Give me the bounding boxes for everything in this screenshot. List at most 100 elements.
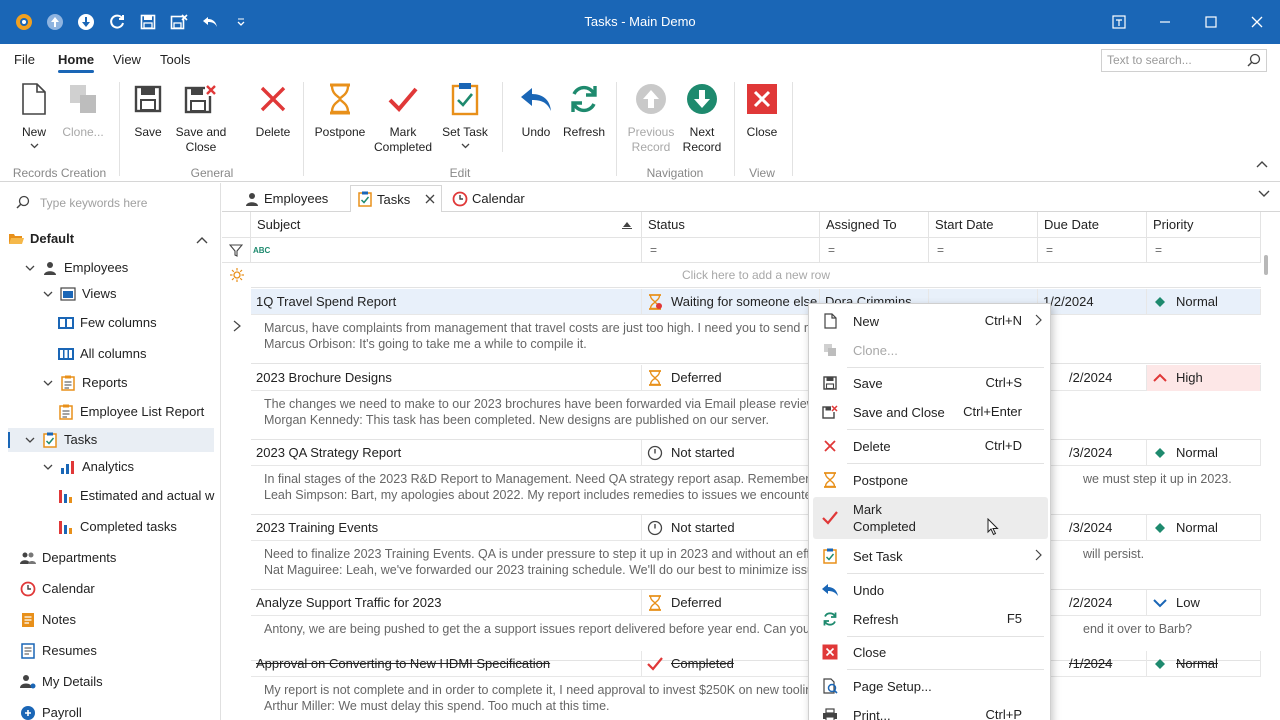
chevron-down-icon[interactable]: [40, 380, 56, 386]
menu-item-set-task[interactable]: Set Task: [813, 541, 1048, 571]
column-header-status[interactable]: Status: [642, 212, 820, 238]
save-and-close-button[interactable]: Save and Close: [174, 82, 228, 155]
minimize-icon[interactable]: [1142, 0, 1188, 44]
table-row[interactable]: 1Q Travel Spend Report Waiting for someo…: [251, 289, 1261, 315]
filter-assigned[interactable]: =: [820, 238, 929, 263]
mark-completed-button[interactable]: Mark Completed: [374, 82, 432, 155]
collapse-ribbon-icon[interactable]: [1256, 160, 1268, 168]
cell-priority[interactable]: High: [1147, 365, 1261, 391]
delete-button[interactable]: Delete: [252, 82, 294, 140]
nav-item-analytics[interactable]: Analytics: [40, 455, 134, 479]
refresh-icon[interactable]: [101, 0, 132, 44]
save-button[interactable]: Save: [130, 82, 166, 140]
nav-item-calendar[interactable]: Calendar: [20, 577, 95, 601]
menu-item-print[interactable]: Print... Ctrl+P: [813, 700, 1048, 720]
menu-file[interactable]: File: [14, 44, 35, 76]
close-button[interactable]: Close: [744, 82, 780, 140]
cell-status[interactable]: Not started: [642, 515, 820, 541]
download-icon[interactable]: [70, 0, 101, 44]
cell-subject[interactable]: Approval on Converting to New HDMI Speci…: [251, 651, 642, 677]
table-row[interactable]: 2023 QA Strategy Report Not started /3/2…: [251, 440, 1261, 466]
nav-search-input[interactable]: Type keywords here: [16, 193, 147, 213]
filter-icon[interactable]: [222, 238, 251, 263]
cell-status[interactable]: Not started: [642, 440, 820, 466]
nav-item-tasks[interactable]: Tasks: [8, 428, 214, 452]
restore-layout-icon[interactable]: [1096, 0, 1142, 44]
cell-status[interactable]: Deferred: [642, 590, 820, 616]
new-button[interactable]: New: [16, 82, 52, 149]
table-row[interactable]: Analyze Support Traffic for 2023 Deferre…: [251, 590, 1261, 616]
table-row[interactable]: 2023 Brochure Designs Deferred /2/2024 H…: [251, 365, 1261, 391]
tab-calendar[interactable]: Calendar: [446, 185, 531, 212]
nav-item-employee-list-report[interactable]: Employee List Report: [58, 400, 204, 424]
chevron-up-icon[interactable]: [196, 236, 208, 244]
cell-due[interactable]: /3/2024: [1038, 515, 1147, 541]
menu-item-mark-completed[interactable]: Mark Completed: [813, 497, 1048, 539]
search-input[interactable]: Text to search...: [1101, 49, 1267, 72]
menu-view[interactable]: View: [113, 44, 141, 76]
nav-item-views[interactable]: Views: [40, 282, 116, 306]
previous-record-button[interactable]: Previous Record: [624, 82, 678, 155]
menu-home[interactable]: Home: [58, 44, 95, 76]
table-row[interactable]: 2023 Training Events Not started /3/2024…: [251, 515, 1261, 541]
filter-priority[interactable]: =: [1147, 238, 1261, 263]
new-row-prompt[interactable]: Click here to add a new row: [251, 263, 1261, 288]
cell-subject[interactable]: 2023 Brochure Designs: [251, 365, 642, 391]
nav-item-reports[interactable]: Reports: [40, 371, 128, 395]
filter-status[interactable]: =: [642, 238, 820, 263]
cell-status[interactable]: Completed: [642, 651, 820, 677]
next-record-button[interactable]: Next Record: [680, 82, 724, 155]
cell-due[interactable]: /3/2024: [1038, 440, 1147, 466]
menu-item-save-and-close[interactable]: Save and Close Ctrl+Enter: [813, 397, 1048, 427]
column-header-assigned-to[interactable]: Assigned To: [820, 212, 929, 238]
nav-item-departments[interactable]: Departments: [20, 546, 116, 570]
menu-item-postpone[interactable]: Postpone: [813, 465, 1048, 495]
nav-item-all-columns[interactable]: All columns: [58, 342, 146, 366]
clone-button[interactable]: Clone...: [60, 82, 106, 140]
upload-icon[interactable]: [39, 0, 70, 44]
nav-item-few-columns[interactable]: Few columns: [58, 311, 157, 335]
cell-priority[interactable]: Normal: [1147, 651, 1261, 677]
cell-subject[interactable]: 1Q Travel Spend Report: [251, 289, 642, 315]
cell-subject[interactable]: 2023 QA Strategy Report: [251, 440, 642, 466]
cell-due[interactable]: 1/2/2024: [1038, 289, 1147, 315]
cell-priority[interactable]: Low: [1147, 590, 1261, 616]
nav-item-estimated-actual[interactable]: Estimated and actual w: [58, 484, 214, 508]
table-row[interactable]: Approval on Converting to New HDMI Speci…: [251, 651, 1261, 677]
nav-item-my-details[interactable]: My Details: [20, 670, 103, 694]
save-close-icon[interactable]: [163, 0, 194, 44]
filter-due[interactable]: =: [1038, 238, 1147, 263]
chevron-down-icon[interactable]: [22, 437, 38, 443]
maximize-icon[interactable]: [1188, 0, 1234, 44]
cell-status[interactable]: Waiting for someone else: [642, 289, 820, 315]
app-logo-icon[interactable]: [8, 0, 39, 44]
column-header-subject[interactable]: Subject: [251, 212, 642, 238]
nav-item-employees[interactable]: Employees: [22, 256, 128, 280]
menu-tools[interactable]: Tools: [160, 44, 190, 76]
column-header-start-date[interactable]: Start Date: [929, 212, 1038, 238]
set-task-button[interactable]: Set Task: [438, 82, 492, 149]
menu-item-undo[interactable]: Undo: [813, 575, 1048, 605]
menu-item-page-setup[interactable]: Page Setup...: [813, 671, 1048, 701]
customize-qat-icon[interactable]: [225, 0, 256, 44]
cell-status[interactable]: Deferred: [642, 365, 820, 391]
nav-item-payroll[interactable]: Payroll: [20, 701, 82, 720]
chevron-down-icon[interactable]: [40, 291, 56, 297]
vertical-scrollbar[interactable]: [1264, 255, 1268, 275]
filter-subject[interactable]: ABC: [251, 238, 642, 263]
cell-subject[interactable]: 2023 Training Events: [251, 515, 642, 541]
tabs-dropdown-icon[interactable]: [1258, 190, 1270, 198]
menu-item-save[interactable]: Save Ctrl+S: [813, 368, 1048, 398]
cell-due[interactable]: /1/2024: [1038, 651, 1147, 677]
cell-due[interactable]: /2/2024: [1038, 590, 1147, 616]
chevron-down-icon[interactable]: [40, 464, 56, 470]
cell-due[interactable]: /2/2024: [1038, 365, 1147, 391]
nav-item-completed-tasks[interactable]: Completed tasks: [58, 515, 177, 539]
cell-subject[interactable]: Analyze Support Traffic for 2023: [251, 590, 642, 616]
refresh-button[interactable]: Refresh: [561, 82, 607, 140]
cell-priority[interactable]: Normal: [1147, 289, 1261, 315]
save-icon[interactable]: [132, 0, 163, 44]
menu-item-delete[interactable]: Delete Ctrl+D: [813, 431, 1048, 461]
close-window-icon[interactable]: [1234, 0, 1280, 44]
nav-group-default[interactable]: Default: [8, 227, 218, 251]
